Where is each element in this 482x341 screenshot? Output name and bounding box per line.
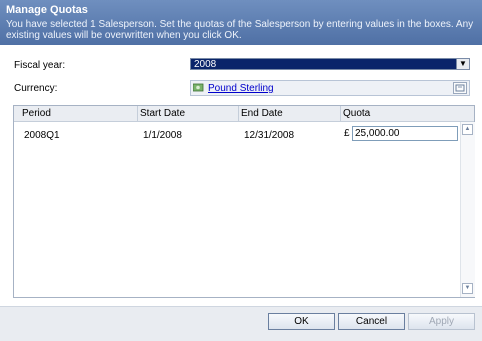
dialog-title: Manage Quotas (6, 4, 88, 16)
scroll-up-icon[interactable]: ▲ (462, 124, 473, 135)
quota-grid: Period Start Date End Date Quota 2008Q1 … (13, 105, 475, 298)
column-separator (238, 106, 239, 121)
currency-icon (193, 83, 204, 92)
currency-link[interactable]: Pound Sterling (208, 83, 274, 94)
dialog-description: You have selected 1 Salesperson. Set the… (6, 19, 474, 41)
column-header-end-date[interactable]: End Date (241, 108, 283, 119)
grid-header: Period Start Date End Date Quota (14, 106, 474, 122)
column-separator (137, 106, 138, 121)
chevron-down-icon[interactable]: ▼ (456, 59, 469, 69)
vertical-scrollbar[interactable]: ▲ ▼ (460, 122, 475, 297)
quota-input[interactable] (352, 126, 458, 141)
cancel-button[interactable]: Cancel (338, 313, 405, 330)
fiscal-year-value: 2008 (194, 59, 217, 70)
ok-button[interactable]: OK (268, 313, 335, 330)
end-date-cell: 12/31/2008 (244, 130, 295, 141)
lookup-icon[interactable] (453, 82, 467, 94)
currency-label: Currency: (14, 83, 58, 94)
column-header-quota[interactable]: Quota (343, 108, 370, 119)
dialog-header: Manage Quotas You have selected 1 Salesp… (0, 0, 482, 45)
column-header-period[interactable]: Period (22, 108, 51, 119)
fiscal-year-label: Fiscal year: (14, 60, 66, 71)
column-header-start-date[interactable]: Start Date (140, 108, 185, 119)
scroll-down-icon[interactable]: ▼ (462, 283, 473, 294)
start-date-cell: 1/1/2008 (143, 130, 182, 141)
currency-lookup[interactable]: Pound Sterling (190, 80, 470, 96)
apply-button[interactable]: Apply (408, 313, 475, 330)
period-cell: 2008Q1 (24, 130, 60, 141)
fiscal-year-select[interactable]: 2008 ▼ (190, 58, 470, 70)
currency-symbol: £ (344, 128, 350, 139)
column-separator (340, 106, 341, 121)
